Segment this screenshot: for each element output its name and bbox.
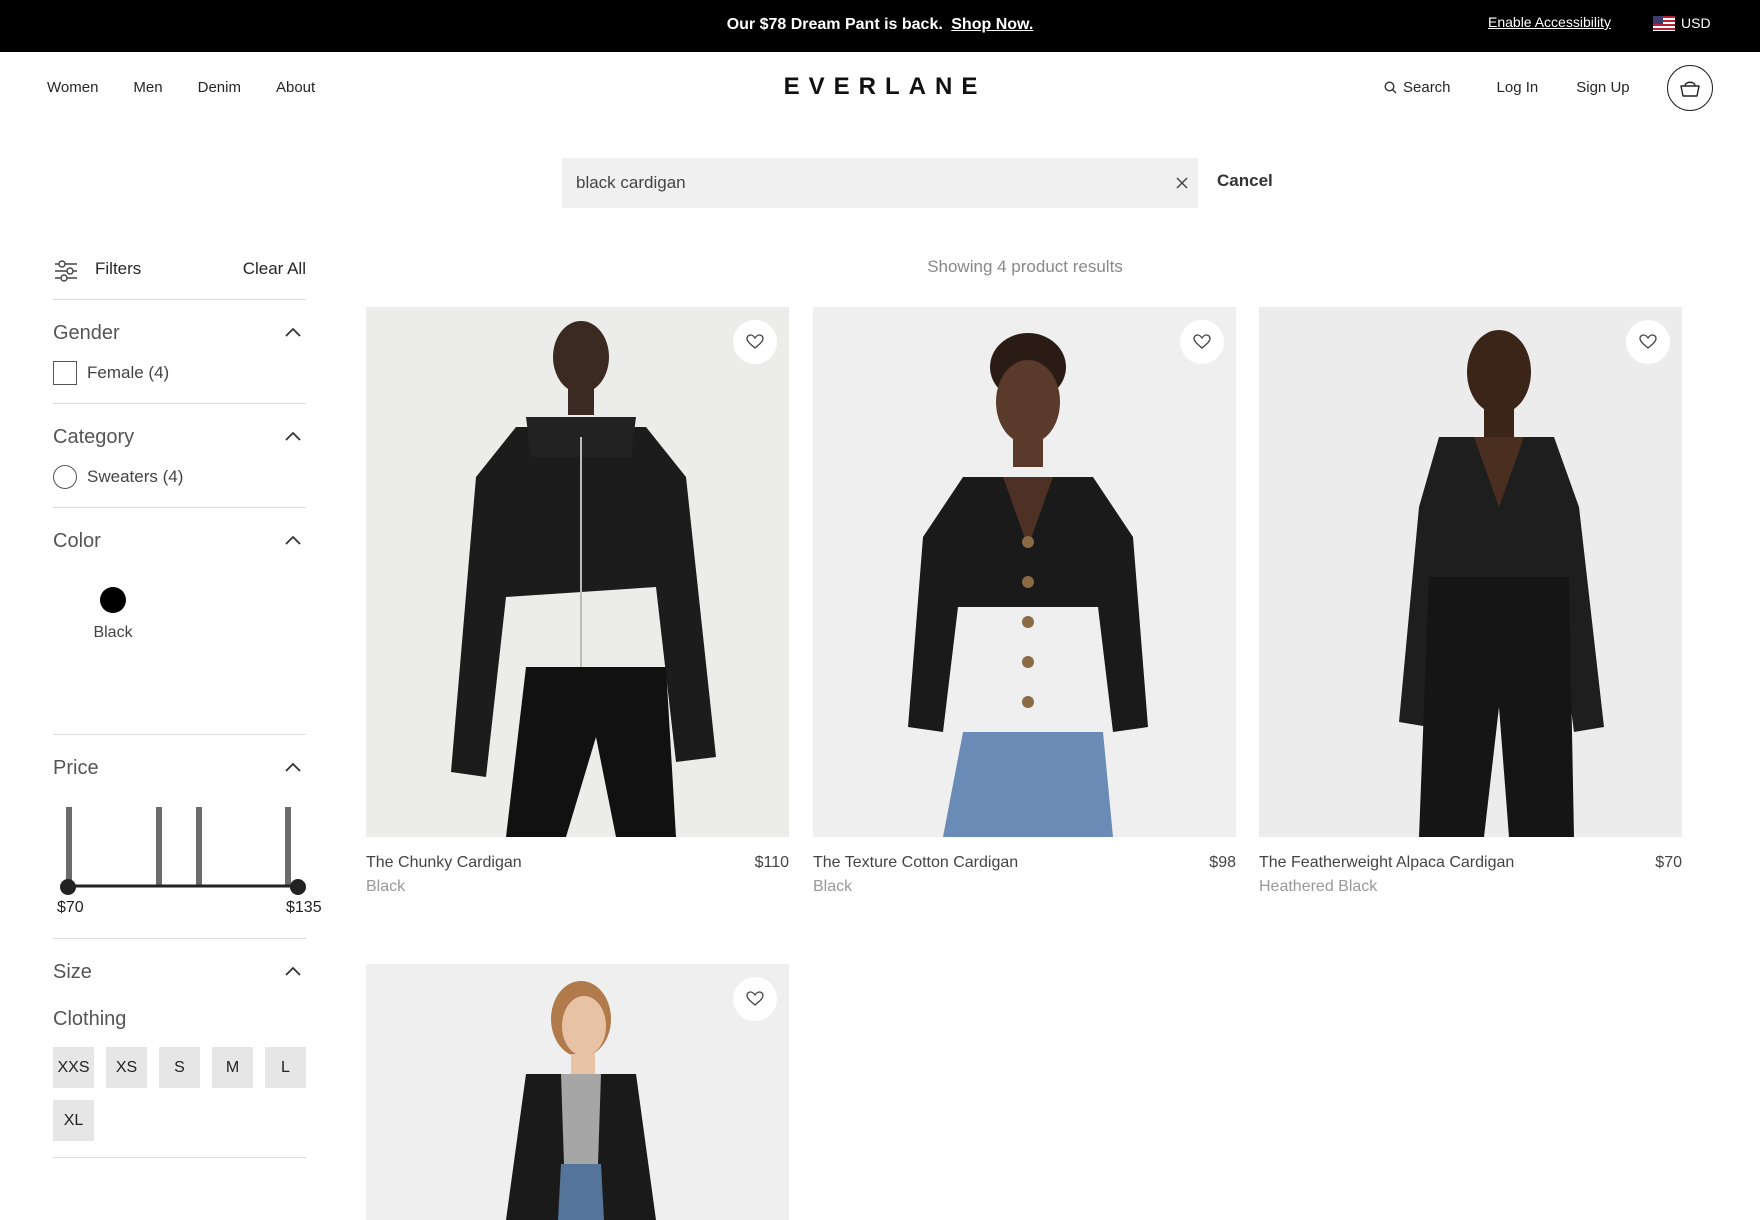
sweaters-radio[interactable]	[53, 465, 77, 489]
search-bar	[562, 158, 1198, 208]
heart-icon	[1193, 334, 1211, 349]
product-name[interactable]: The Texture Cotton Cardigan	[813, 854, 1018, 872]
product-price: $70	[1655, 854, 1682, 871]
wishlist-button[interactable]	[733, 320, 777, 364]
size-option-xs[interactable]: XS	[106, 1047, 147, 1088]
chevron-up-icon[interactable]	[284, 326, 302, 338]
category-facet-title[interactable]: Category	[53, 426, 134, 449]
product-photo-fourth-product	[506, 981, 656, 1220]
currency-label: USD	[1681, 14, 1711, 31]
product-photo-chunky-cardigan	[451, 321, 716, 837]
female-checkbox[interactable]	[53, 361, 77, 385]
product-photo-featherweight-alpaca-cardigan	[1399, 330, 1604, 837]
cancel-search-button[interactable]: Cancel	[1217, 171, 1273, 191]
login-link[interactable]: Log In	[1497, 79, 1539, 96]
size-option-s[interactable]: S	[159, 1047, 200, 1088]
product-image[interactable]	[366, 307, 789, 837]
female-option-label: Female (4)	[87, 363, 170, 382]
nav-search-label: Search	[1403, 78, 1451, 96]
color-swatch-label: Black	[93, 624, 133, 641]
clear-all-button[interactable]: Clear All	[243, 259, 306, 279]
heart-icon	[1639, 334, 1657, 349]
product-photo-texture-cotton-cardigan	[908, 333, 1148, 837]
shop-now-link[interactable]: Shop Now.	[951, 16, 1033, 33]
product-name[interactable]: The Featherweight Alpaca Cardigan	[1259, 854, 1514, 872]
search-icon	[1384, 80, 1397, 93]
price-histogram-bar	[196, 807, 202, 885]
announcement-bar: Our $78 Dream Pant is back. Shop Now. En…	[0, 0, 1760, 52]
wishlist-button[interactable]	[733, 977, 777, 1021]
gender-facet-title[interactable]: Gender	[53, 322, 120, 345]
nav-link-about[interactable]: About	[276, 79, 315, 96]
signup-link[interactable]: Sign Up	[1576, 79, 1629, 96]
price-max-handle[interactable]	[290, 879, 306, 895]
cart-button[interactable]	[1667, 65, 1713, 111]
clear-search-button[interactable]	[1170, 171, 1194, 195]
gender-facet: Gender Female (4)	[53, 300, 306, 404]
price-histogram-bar	[156, 807, 162, 885]
product-card[interactable]: The Texture Cotton Cardigan $98 Black	[813, 307, 1236, 895]
price-histogram-bar	[285, 807, 291, 885]
wishlist-button[interactable]	[1180, 320, 1224, 364]
product-image[interactable]	[366, 964, 789, 1220]
close-icon	[1176, 177, 1188, 189]
chevron-up-icon[interactable]	[284, 430, 302, 442]
color-facet: Color Black	[53, 508, 306, 735]
price-min-handle[interactable]	[60, 879, 76, 895]
product-image[interactable]	[1259, 307, 1682, 837]
sweaters-option-label: Sweaters (4)	[87, 467, 184, 486]
size-facet-title[interactable]: Size	[53, 961, 92, 984]
wishlist-button[interactable]	[1626, 320, 1670, 364]
main-nav: Women Men Denim About EVERLANE Search Lo…	[0, 52, 1760, 122]
nav-link-men[interactable]: Men	[133, 79, 162, 96]
chevron-up-icon[interactable]	[284, 965, 302, 977]
color-facet-title[interactable]: Color	[53, 530, 101, 553]
search-input[interactable]	[576, 158, 1136, 208]
price-min-label: $70	[57, 899, 84, 916]
product-name[interactable]: The Chunky Cardigan	[366, 854, 522, 872]
logo[interactable]: EVERLANE	[760, 73, 1010, 101]
nav-link-women[interactable]: Women	[47, 79, 98, 96]
chevron-up-icon[interactable]	[284, 534, 302, 546]
filters-title: Filters	[95, 259, 142, 278]
product-color: Heathered Black	[1259, 878, 1378, 895]
price-max-label: $135	[286, 899, 322, 916]
filters-icon	[55, 260, 77, 282]
enable-accessibility-link[interactable]: Enable Accessibility	[1488, 14, 1611, 30]
heart-icon	[746, 991, 764, 1006]
filters-header: Filters Clear All	[53, 250, 306, 300]
price-histogram-bar	[66, 807, 72, 885]
price-range-slider[interactable]	[53, 735, 306, 935]
size-option-xl[interactable]: XL	[53, 1100, 94, 1141]
size-option-xxs[interactable]: XXS	[53, 1047, 94, 1088]
announcement-message: Our $78 Dream Pant is back.	[726, 16, 943, 33]
nav-actions: Search Log In Sign Up	[1384, 52, 1630, 122]
results-count: Showing 4 product results	[927, 257, 1123, 276]
us-flag-icon	[1653, 16, 1675, 31]
size-option-l[interactable]: L	[265, 1047, 306, 1088]
size-option-m[interactable]: M	[212, 1047, 253, 1088]
product-color: Black	[366, 878, 406, 895]
shopping-bag-icon	[1680, 81, 1700, 97]
nav-search-button[interactable]: Search	[1384, 79, 1451, 96]
currency-selector[interactable]: USD	[1653, 14, 1711, 31]
product-card[interactable]	[366, 964, 789, 1220]
color-swatch-black[interactable]	[100, 587, 126, 613]
category-option-sweaters[interactable]: Sweaters (4)	[53, 465, 183, 489]
size-facet: Size Clothing XXS XS S M L XL	[53, 939, 306, 1158]
product-image[interactable]	[813, 307, 1236, 837]
gender-option-female[interactable]: Female (4)	[53, 361, 169, 385]
product-price: $98	[1209, 854, 1236, 871]
filters-sidebar: Filters Clear All Gender Female (4) Cate…	[53, 250, 322, 1158]
heart-icon	[746, 334, 764, 349]
product-card[interactable]: The Chunky Cardigan $110 Black	[366, 307, 789, 895]
nav-links: Women Men Denim About	[47, 52, 315, 122]
product-card[interactable]: The Featherweight Alpaca Cardigan $70 He…	[1259, 307, 1682, 895]
product-color: Black	[813, 878, 853, 895]
product-price: $110	[754, 854, 789, 871]
nav-link-denim[interactable]: Denim	[198, 79, 241, 96]
size-clothing-subtitle: Clothing	[53, 1008, 127, 1030]
price-facet: Price $70 $135	[53, 735, 322, 939]
category-facet: Category Sweaters (4)	[53, 404, 306, 508]
